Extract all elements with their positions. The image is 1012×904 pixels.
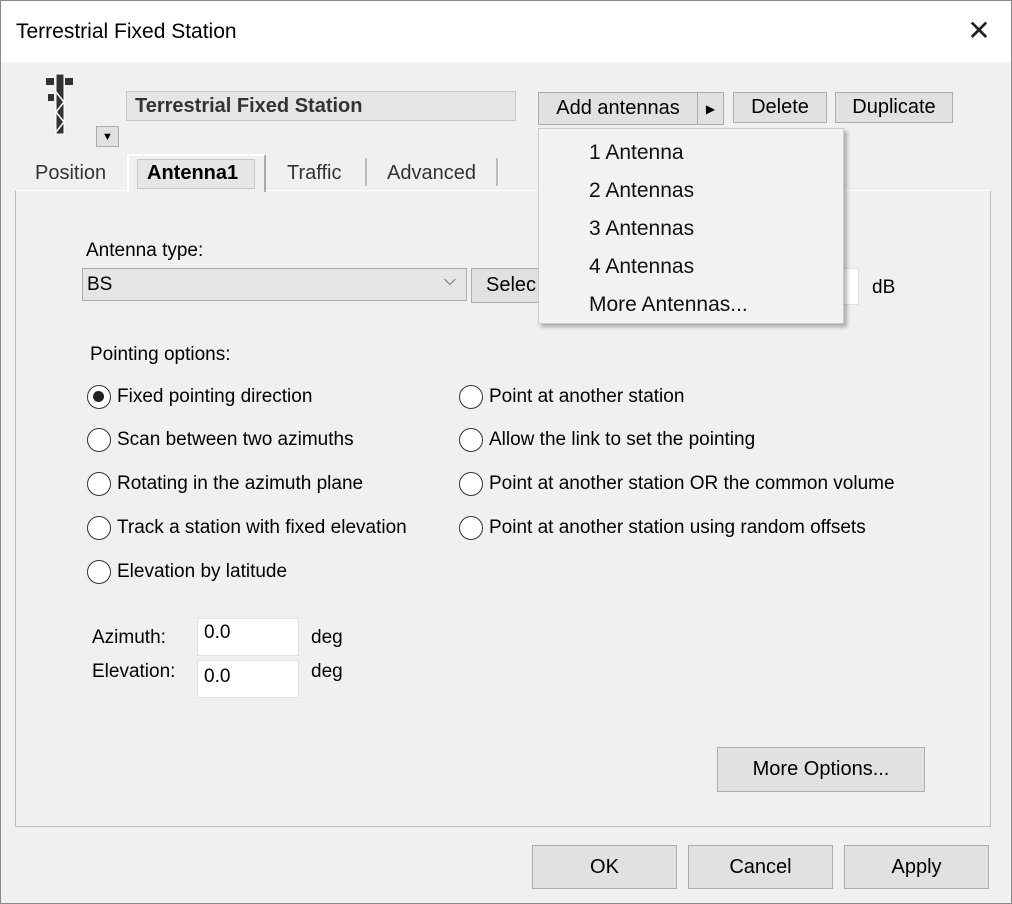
add-antennas-button[interactable]: Add antennas (538, 92, 698, 125)
pointing-options-label: Pointing options: (90, 344, 231, 365)
antenna-type-label: Antenna type: (86, 240, 204, 261)
delete-button[interactable]: Delete (733, 92, 827, 123)
ok-button[interactable]: OK (532, 845, 677, 889)
radio-label: Elevation by latitude (117, 561, 288, 582)
radio-rotating[interactable]: Rotating in the azimuth plane (87, 472, 363, 496)
azimuth-label: Azimuth: (92, 627, 166, 648)
tab-position[interactable]: Position (35, 162, 106, 185)
close-icon[interactable]: ✕ (962, 14, 996, 48)
radio-scan-azimuths[interactable]: Scan between two azimuths (87, 428, 354, 452)
radio-circle (459, 385, 483, 409)
radio-label: Point at another station (489, 386, 685, 407)
radio-label: Fixed pointing direction (117, 386, 313, 407)
radio-elevation-latitude[interactable]: Elevation by latitude (87, 560, 287, 584)
tab-divider (365, 158, 367, 186)
add-antennas-arrow-button[interactable]: ▶ (697, 92, 724, 125)
radio-point-station[interactable]: Point at another station (459, 385, 684, 409)
duplicate-button[interactable]: Duplicate (835, 92, 953, 123)
radio-circle (87, 560, 111, 584)
more-options-button[interactable]: More Options... (717, 747, 925, 792)
radio-circle (459, 516, 483, 540)
station-name-field[interactable]: Terrestrial Fixed Station (126, 91, 516, 121)
radio-tower-icon (46, 73, 73, 135)
radio-circle (459, 472, 483, 496)
icon-dropdown-button[interactable]: ▼ (96, 126, 119, 147)
apply-button[interactable]: Apply (844, 845, 989, 889)
antenna-type-value: BS (87, 274, 113, 295)
menu-item-2-antennas[interactable]: 2 Antennas (589, 179, 694, 203)
menu-item-more-antennas[interactable]: More Antennas... (589, 293, 748, 317)
azimuth-unit: deg (311, 627, 343, 648)
tab-advanced[interactable]: Advanced (387, 162, 476, 185)
radio-label: Track a station with fixed elevation (117, 517, 407, 538)
tab-antenna1[interactable]: Antenna1 (147, 162, 238, 185)
radio-circle (87, 428, 111, 452)
tab-traffic[interactable]: Traffic (287, 162, 341, 185)
radio-link-pointing[interactable]: Allow the link to set the pointing (459, 428, 755, 452)
chevron-down-icon: ⌵ (443, 272, 456, 289)
cancel-button[interactable]: Cancel (688, 845, 833, 889)
radio-track-station[interactable]: Track a station with fixed elevation (87, 516, 407, 540)
elevation-label: Elevation: (92, 661, 176, 682)
elevation-input[interactable]: 0.0 (197, 660, 299, 698)
menu-item-3-antennas[interactable]: 3 Antennas (589, 217, 694, 241)
radio-circle (87, 472, 111, 496)
radio-circle (87, 385, 111, 409)
radio-label: Rotating in the azimuth plane (117, 473, 364, 494)
radio-circle (459, 428, 483, 452)
menu-item-1-antenna[interactable]: 1 Antenna (589, 141, 684, 165)
azimuth-input[interactable]: 0.0 (197, 618, 299, 656)
radio-label: Scan between two azimuths (117, 429, 354, 450)
window-title: Terrestrial Fixed Station (16, 20, 237, 43)
radio-label: Allow the link to set the pointing (489, 429, 756, 450)
radio-label: Point at another station OR the common v… (489, 473, 895, 494)
add-antennas-menu: 1 Antenna 2 Antennas 3 Antennas 4 Antenn… (538, 128, 844, 324)
antenna-type-select[interactable]: BS ⌵ (82, 268, 467, 301)
radio-random-offsets[interactable]: Point at another station using random of… (459, 516, 866, 540)
radio-label: Point at another station using random of… (489, 517, 866, 538)
radio-circle (87, 516, 111, 540)
radio-fixed-pointing[interactable]: Fixed pointing direction (87, 385, 312, 409)
menu-item-4-antennas[interactable]: 4 Antennas (589, 255, 694, 279)
radio-common-volume[interactable]: Point at another station OR the common v… (459, 472, 895, 496)
elevation-unit: deg (311, 661, 343, 682)
gain-unit: dB (872, 277, 896, 298)
tab-divider (496, 158, 498, 186)
